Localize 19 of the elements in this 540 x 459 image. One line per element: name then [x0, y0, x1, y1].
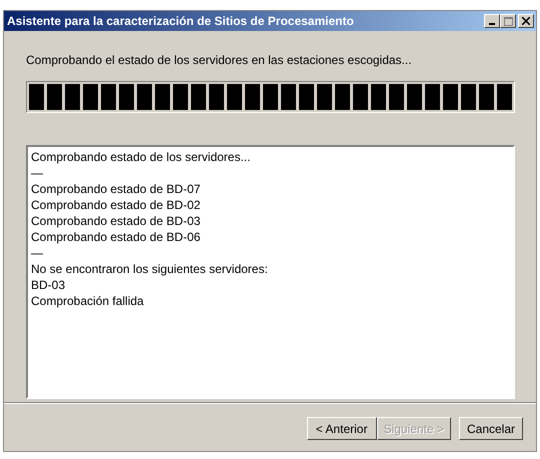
wizard-button[interactable]: < Anterior — [306, 417, 377, 440]
maximize-icon — [504, 16, 512, 26]
log-line: Comprobando estado de BD-07 — [31, 181, 202, 197]
log-line: Comprobación fallida — [31, 293, 145, 309]
minimize-button[interactable] — [484, 14, 500, 28]
status-message: Comprobando el estado de los servidores en las estaciones escogidas... — [26, 53, 413, 67]
log-line: No se encontraron los siguientes servidores: — [31, 261, 269, 277]
wizard-button[interactable]: Cancelar — [459, 417, 523, 440]
log-line: — — [31, 165, 44, 181]
close-icon — [522, 17, 530, 25]
log-line: BD-03 — [31, 277, 66, 293]
log-line: Comprobando estado de BD-02 — [31, 197, 202, 213]
log-line: Comprobando estado de BD-06 — [31, 229, 202, 245]
close-button[interactable] — [518, 14, 534, 28]
log-line: — — [31, 245, 44, 261]
window-title: Asistente para la caracterización de Sitios de Procesamiento — [7, 14, 354, 28]
log-line: Comprobando estado de BD-03 — [31, 213, 202, 229]
log-line: Comprobando estado de los servidores... — [31, 149, 252, 165]
maximize-button[interactable] — [500, 14, 516, 28]
